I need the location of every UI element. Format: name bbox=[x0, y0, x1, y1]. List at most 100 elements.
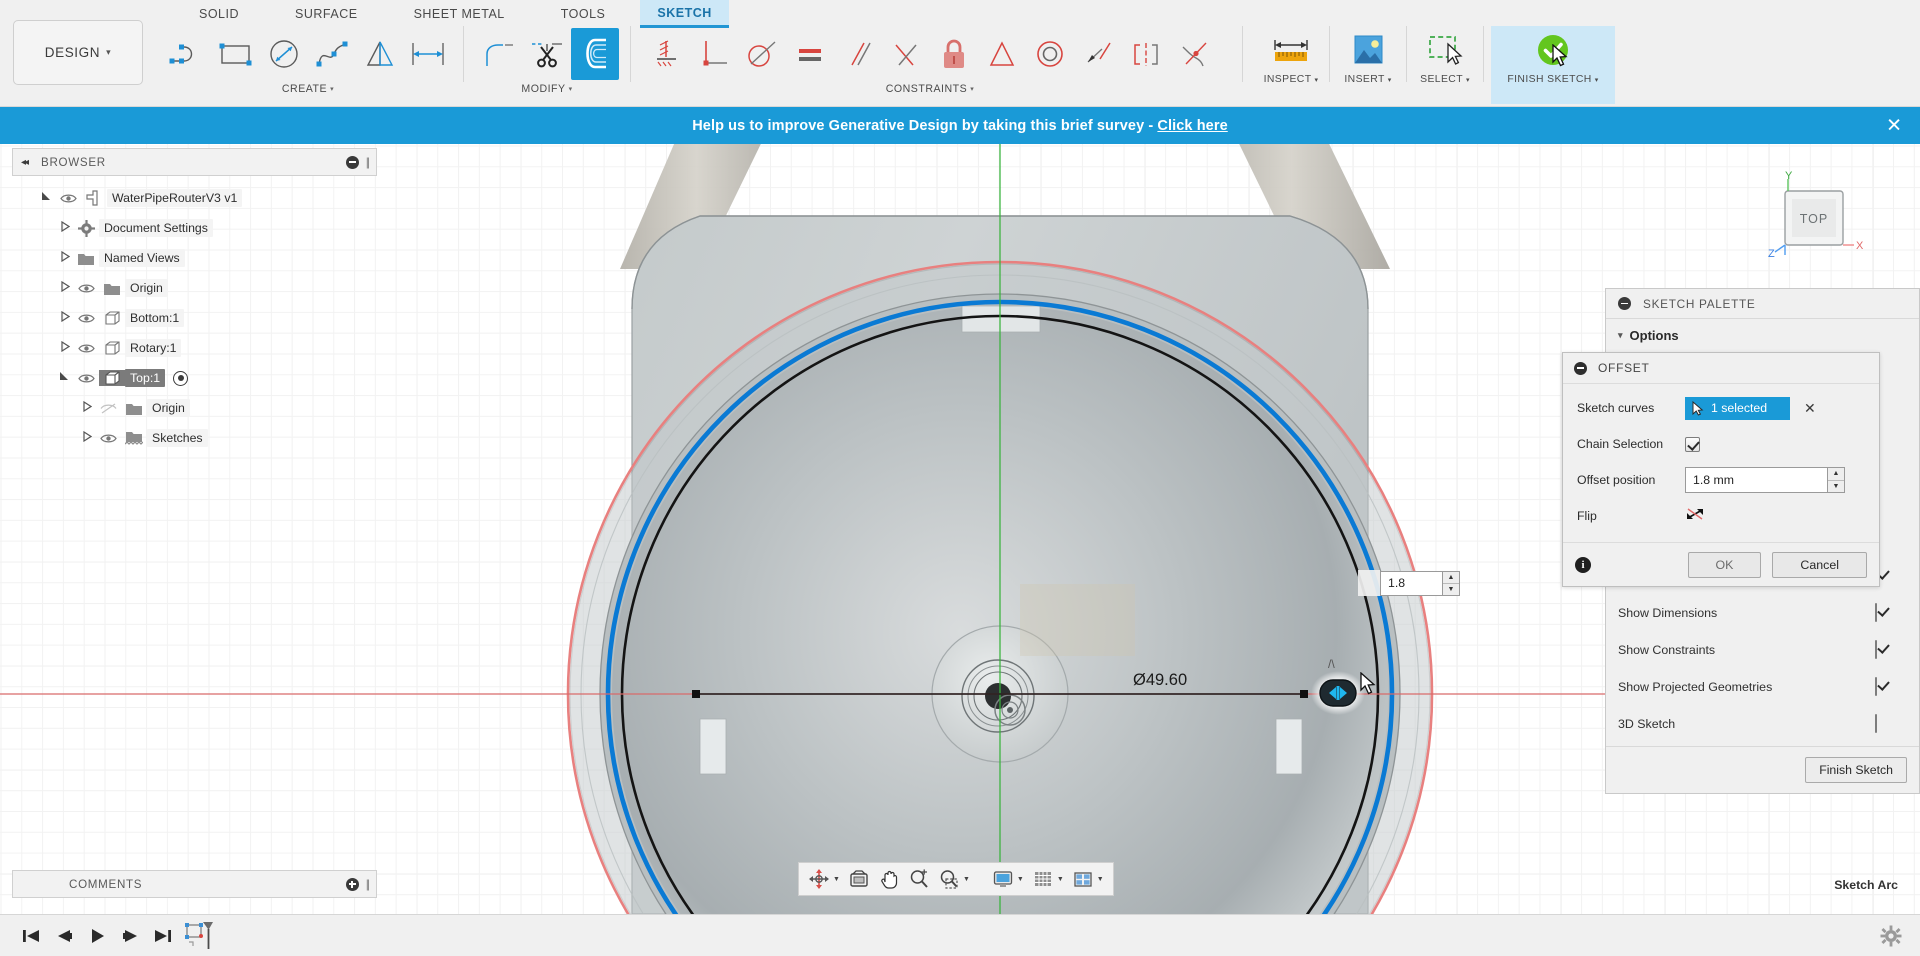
expand-triangle-icon[interactable] bbox=[56, 310, 73, 325]
activate-component-radio[interactable] bbox=[173, 370, 189, 386]
visibility-eye-icon[interactable] bbox=[95, 433, 121, 444]
chevron-down-icon[interactable]: ▼ bbox=[833, 876, 840, 883]
clear-selection-icon[interactable]: ✕ bbox=[1804, 400, 1816, 417]
expand-triangle-icon[interactable] bbox=[56, 280, 73, 295]
collapse-panel-icon[interactable] bbox=[345, 155, 359, 169]
option-3d-sketch[interactable]: 3D Sketch bbox=[1606, 705, 1919, 742]
collapse-palette-icon[interactable] bbox=[1618, 297, 1631, 310]
info-icon[interactable]: i bbox=[1575, 556, 1591, 573]
timeline-settings-gear-icon[interactable] bbox=[1876, 921, 1906, 951]
spin-up-icon[interactable]: ▲ bbox=[1443, 572, 1459, 584]
expand-triangle-open-icon[interactable] bbox=[38, 191, 55, 205]
expand-triangle-icon[interactable] bbox=[56, 340, 73, 355]
viewports-icon[interactable]: ▼ bbox=[1069, 866, 1107, 892]
offset-position-input[interactable]: 1.8 mm bbox=[1685, 467, 1827, 493]
view-cube[interactable]: TOP Z Y X bbox=[1755, 169, 1875, 279]
midpoint-icon[interactable] bbox=[978, 28, 1026, 80]
expand-triangle-icon[interactable] bbox=[56, 220, 73, 235]
tab-tools[interactable]: TOOLS bbox=[544, 0, 623, 28]
offset-position-stepper[interactable]: 1.8 mm ▲ ▼ bbox=[1685, 467, 1845, 493]
group-label-create[interactable]: CREATE ▾ bbox=[282, 83, 334, 95]
spin-up-icon[interactable]: ▲ bbox=[1828, 468, 1844, 481]
trim-scissors-icon[interactable] bbox=[523, 28, 571, 80]
flip-direction-icon[interactable] bbox=[1685, 505, 1705, 528]
symmetry-icon[interactable] bbox=[1122, 28, 1170, 80]
curvature-icon[interactable] bbox=[1170, 28, 1218, 80]
tree-item-document-settings[interactable]: Document Settings bbox=[12, 213, 377, 243]
show-constraints-checkbox[interactable] bbox=[1875, 639, 1877, 659]
expand-triangle-open-icon[interactable] bbox=[56, 371, 73, 385]
panel-grip-icon[interactable]: || bbox=[366, 155, 370, 169]
ok-button[interactable]: OK bbox=[1687, 551, 1762, 578]
go-to-end-icon[interactable] bbox=[146, 921, 179, 951]
tab-surface[interactable]: SURFACE bbox=[278, 0, 375, 28]
collapse-dialog-icon[interactable] bbox=[1574, 361, 1587, 375]
options-section-header[interactable]: ▾ Options bbox=[1606, 319, 1919, 351]
chevron-down-icon[interactable]: ▼ bbox=[1057, 876, 1064, 883]
tree-item-top[interactable]: Top:1 bbox=[12, 363, 377, 393]
fix-lock-icon[interactable] bbox=[930, 28, 978, 80]
option-show-projected-geometries[interactable]: Show Projected Geometries bbox=[1606, 668, 1919, 705]
tree-item-top-origin[interactable]: Origin bbox=[12, 393, 377, 423]
insert-button[interactable]: INSERT ▾ bbox=[1337, 26, 1399, 104]
tree-item-rotary[interactable]: Rotary:1 bbox=[12, 333, 377, 363]
3d-sketch-checkbox[interactable] bbox=[1875, 713, 1877, 733]
inline-value-input[interactable]: 1.8 bbox=[1380, 570, 1442, 596]
step-forward-icon[interactable] bbox=[113, 921, 146, 951]
inline-value-stepper[interactable]: 1.8 ▲ ▼ bbox=[1380, 570, 1460, 596]
tree-item-origin[interactable]: Origin bbox=[12, 273, 377, 303]
show-projected-geometries-checkbox[interactable] bbox=[1875, 676, 1877, 696]
offset-icon[interactable] bbox=[571, 28, 619, 80]
visibility-eye-icon[interactable] bbox=[73, 313, 99, 324]
rectangle-icon[interactable] bbox=[212, 28, 260, 80]
tab-sheet-metal[interactable]: SHEET METAL bbox=[397, 0, 522, 28]
play-back-icon[interactable] bbox=[80, 921, 113, 951]
fillet-icon[interactable] bbox=[475, 28, 523, 80]
group-label-modify[interactable]: MODIFY ▾ bbox=[521, 83, 572, 95]
tab-solid[interactable]: SOLID bbox=[182, 0, 256, 28]
add-comment-icon[interactable] bbox=[345, 877, 359, 891]
grid-snaps-icon[interactable]: ▼ bbox=[1029, 866, 1067, 892]
equal-icon[interactable] bbox=[786, 28, 834, 80]
zoom-window-icon[interactable]: ▼ bbox=[935, 866, 973, 892]
tree-item-sketches[interactable]: Sketches bbox=[12, 423, 377, 453]
inline-spin-buttons[interactable]: ▲ ▼ bbox=[1442, 570, 1460, 596]
spline-icon[interactable] bbox=[308, 28, 356, 80]
tree-item-waterpiperouterv3[interactable]: WaterPipeRouterV3 v1 bbox=[12, 183, 377, 213]
close-icon[interactable]: ✕ bbox=[1886, 116, 1902, 135]
survey-click-here-link[interactable]: Click here bbox=[1157, 118, 1227, 134]
design-workspace-menu[interactable]: DESIGN ▾ bbox=[13, 20, 143, 85]
dimension-icon[interactable] bbox=[404, 28, 452, 80]
line-icon[interactable] bbox=[164, 28, 212, 80]
visibility-eye-icon[interactable] bbox=[73, 283, 99, 294]
go-to-beginning-icon[interactable] bbox=[14, 921, 47, 951]
chevron-down-icon[interactable]: ▼ bbox=[1017, 876, 1024, 883]
orbit-icon[interactable]: ▼ bbox=[805, 866, 843, 892]
offset-position-spin-buttons[interactable]: ▲ ▼ bbox=[1827, 467, 1845, 493]
collapse-left-icon[interactable]: ◂◂ bbox=[21, 157, 29, 168]
sketch-curves-selection-button[interactable]: 1 selected bbox=[1685, 396, 1790, 420]
visibility-eye-icon[interactable] bbox=[55, 193, 81, 204]
visibility-eye-off-icon[interactable] bbox=[95, 403, 121, 414]
chevron-down-icon[interactable]: ▼ bbox=[1097, 876, 1104, 883]
tangent-icon[interactable] bbox=[738, 28, 786, 80]
perpendicular-icon[interactable] bbox=[690, 28, 738, 80]
diameter-dimension-label[interactable]: Ø49.60 bbox=[1133, 671, 1187, 690]
tab-sketch[interactable]: SKETCH bbox=[640, 0, 729, 28]
step-back-icon[interactable] bbox=[47, 921, 80, 951]
expand-triangle-icon[interactable] bbox=[56, 250, 73, 265]
panel-grip-icon[interactable]: || bbox=[366, 877, 370, 891]
chevron-down-icon[interactable]: ▼ bbox=[963, 876, 970, 883]
horizontal-vertical-icon[interactable] bbox=[642, 28, 690, 80]
zoom-icon[interactable] bbox=[905, 866, 933, 892]
cancel-button[interactable]: Cancel bbox=[1772, 551, 1867, 578]
expand-triangle-icon[interactable] bbox=[78, 400, 95, 415]
coincident-icon[interactable] bbox=[1074, 28, 1122, 80]
sketch-feature-icon[interactable] bbox=[179, 921, 223, 951]
option-show-dimensions[interactable]: Show Dimensions bbox=[1606, 594, 1919, 631]
palette-finish-sketch-button[interactable]: Finish Sketch bbox=[1805, 757, 1907, 783]
fit-screen-icon[interactable] bbox=[845, 866, 873, 892]
mirror-icon[interactable] bbox=[356, 28, 404, 80]
spin-down-icon[interactable]: ▼ bbox=[1443, 584, 1459, 595]
pan-hand-icon[interactable] bbox=[875, 866, 903, 892]
